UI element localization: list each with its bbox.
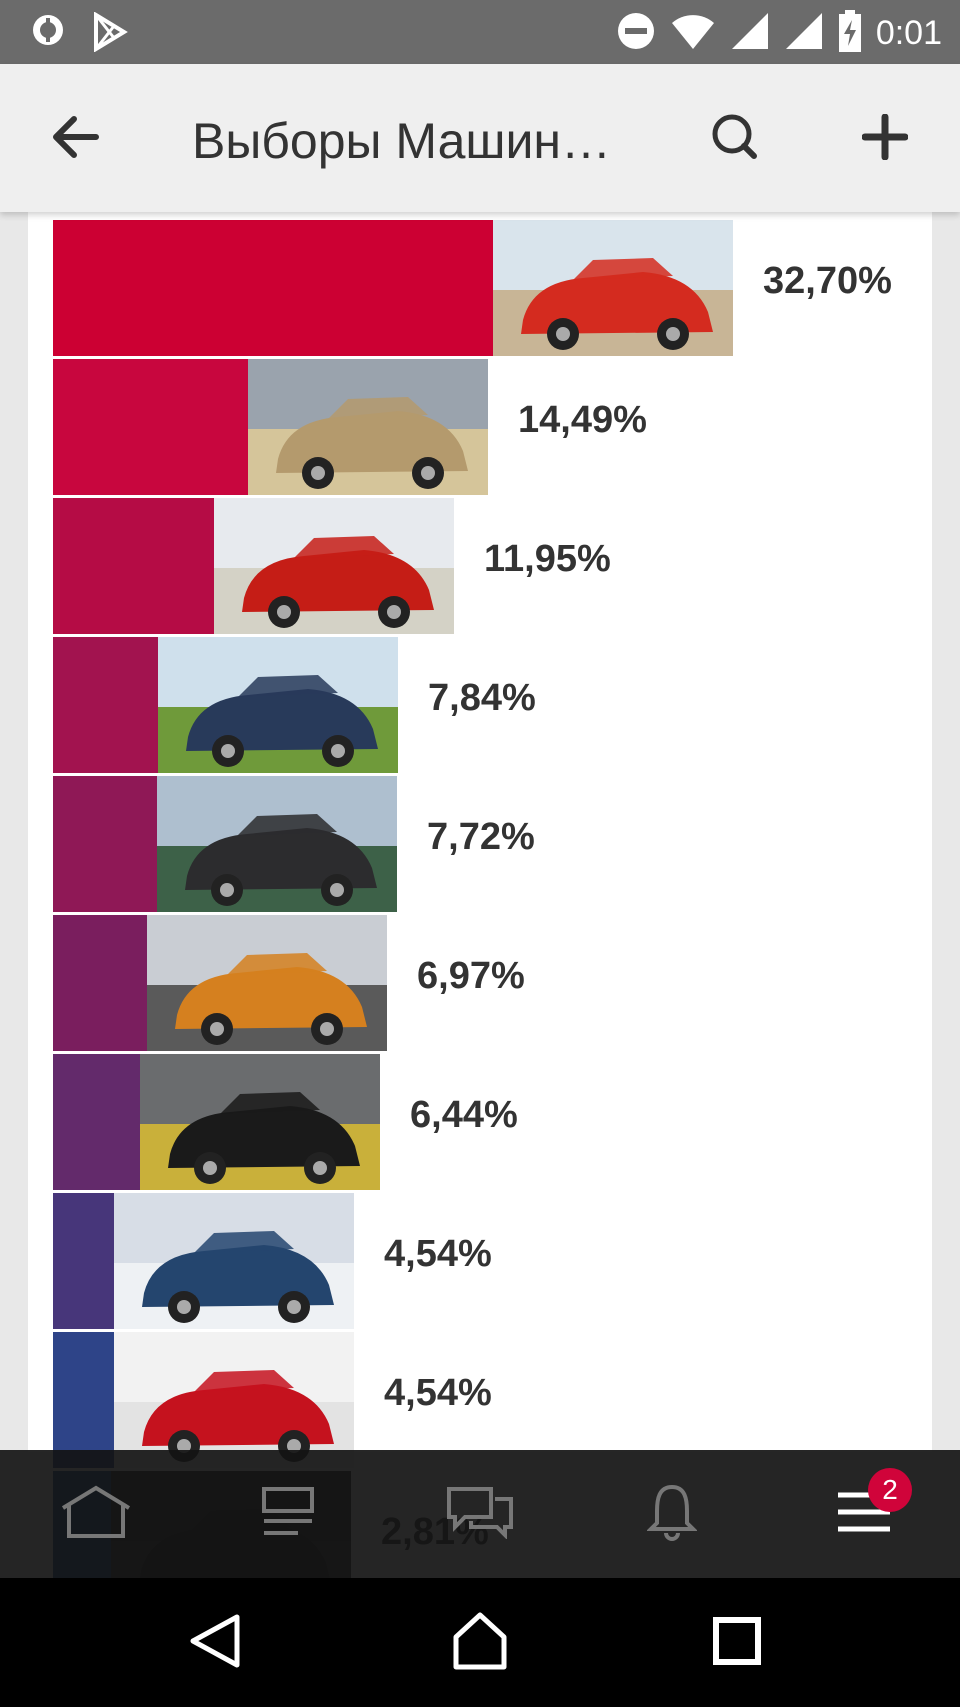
arrow-back-icon: [50, 115, 100, 164]
back-button[interactable]: [40, 104, 110, 174]
suv-and-tank-photo: [158, 637, 398, 773]
red-sedan-photo: [214, 498, 454, 634]
status-time: 0:01: [875, 14, 942, 52]
nav-menu[interactable]: 2: [824, 1468, 912, 1554]
home-icon: [59, 1484, 133, 1545]
nav-messages[interactable]: [440, 1474, 520, 1554]
plus-icon: [861, 113, 909, 165]
poll-result-row[interactable]: 7,84%: [53, 637, 598, 773]
result-percentage: 4,54%: [384, 1372, 492, 1414]
system-back-button[interactable]: [180, 1608, 250, 1678]
app-bar: Выборы Машин…: [0, 64, 960, 212]
nav-feed[interactable]: [248, 1474, 328, 1554]
search-icon: [710, 112, 760, 167]
result-bar: [53, 220, 493, 356]
status-bar: 0:01: [0, 0, 960, 64]
result-bar: [53, 637, 158, 773]
system-navigation: [0, 1578, 960, 1707]
poll-result-row[interactable]: 11,95%: [53, 498, 654, 634]
blue-suv-woman-photo: [114, 1193, 354, 1329]
signal-icon: [730, 11, 770, 56]
play-store-icon: [92, 11, 128, 57]
black-sedan-photo: [140, 1054, 380, 1190]
result-percentage: 7,72%: [427, 816, 535, 858]
back-triangle-icon: [187, 1613, 243, 1674]
poll-result-row[interactable]: 7,72%: [53, 776, 597, 912]
home-circle-icon: [450, 1611, 510, 1676]
feed-icon: [258, 1485, 318, 1544]
poll-result-row[interactable]: 4,54%: [53, 1332, 554, 1468]
poll-result-row[interactable]: 4,54%: [53, 1193, 554, 1329]
system-recents-button[interactable]: [702, 1608, 772, 1678]
poll-result-row[interactable]: 32,70%: [53, 220, 933, 356]
result-bar: [53, 359, 248, 495]
result-percentage: 6,97%: [417, 955, 525, 997]
result-percentage: 14,49%: [518, 399, 647, 441]
notification-badge: 2: [868, 1468, 912, 1512]
poll-result-row[interactable]: 14,49%: [53, 359, 688, 495]
wifi-icon: [670, 11, 716, 56]
signal-icon: [784, 11, 824, 56]
nav-home[interactable]: [56, 1474, 136, 1554]
orange-crossover-photo: [147, 915, 387, 1051]
poll-results-card: 32,70% 14,49% 11,95% 7,84% 7,72% 6,97% 6,44% 4,…: [28, 212, 933, 1607]
result-bar: [53, 1054, 140, 1190]
poll-result-row[interactable]: 6,44%: [53, 1054, 580, 1190]
do-not-disturb-icon: [616, 11, 656, 56]
red-sportscar-photo: [114, 1332, 354, 1468]
result-bar: [53, 776, 157, 912]
battery-charging-icon: [838, 10, 862, 57]
notifications-icon: [646, 1483, 698, 1546]
system-home-button[interactable]: [445, 1608, 515, 1678]
result-bar: [53, 1332, 114, 1468]
page-title: Выборы Машин…: [192, 113, 612, 169]
result-percentage: 6,44%: [410, 1094, 518, 1136]
wagon-mountains-photo: [157, 776, 397, 912]
pickup-truck-photo: [248, 359, 488, 495]
result-percentage: 7,84%: [428, 677, 536, 719]
result-bar: [53, 915, 147, 1051]
bottom-navigation: 2: [0, 1450, 960, 1578]
poll-result-row[interactable]: 6,97%: [53, 915, 587, 1051]
search-button[interactable]: [700, 104, 770, 174]
result-percentage: 32,70%: [763, 260, 892, 302]
nav-notifications[interactable]: [632, 1474, 712, 1554]
red-coupe-photo: [493, 220, 733, 356]
result-percentage: 4,54%: [384, 1233, 492, 1275]
recents-square-icon: [712, 1616, 762, 1671]
result-bar: [53, 1193, 114, 1329]
android-debug-icon: [30, 12, 66, 57]
result-percentage: 11,95%: [484, 538, 611, 580]
messages-icon: [445, 1485, 515, 1544]
add-button[interactable]: [850, 104, 920, 174]
result-bar: [53, 498, 214, 634]
